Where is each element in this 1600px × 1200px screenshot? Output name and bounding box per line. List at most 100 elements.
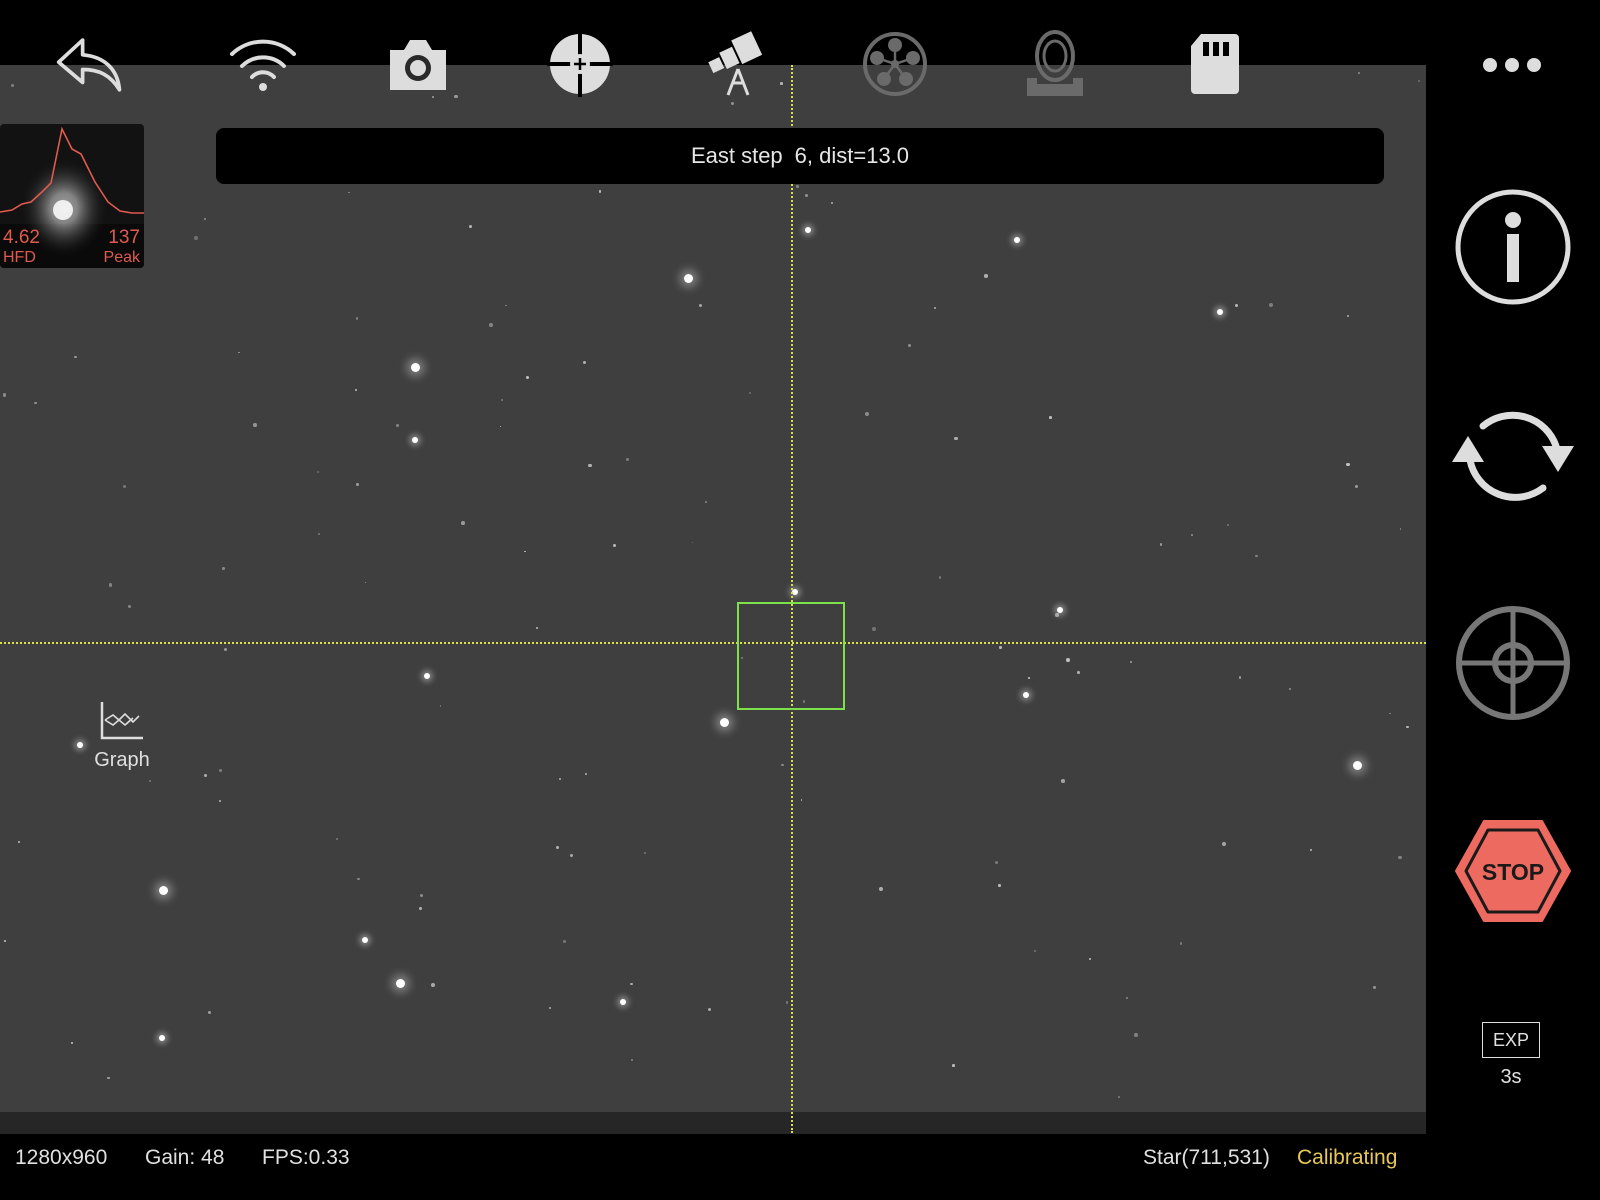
faint-star — [1134, 1032, 1139, 1037]
faint-star — [1268, 303, 1273, 308]
faint-star — [420, 893, 424, 898]
hfd-label: HFD — [3, 249, 36, 266]
loop-icon[interactable] — [1448, 398, 1578, 510]
faint-star — [630, 982, 634, 986]
faint-star — [1255, 554, 1258, 557]
camera-icon[interactable] — [383, 28, 453, 100]
star — [410, 362, 420, 372]
faint-star — [708, 1007, 712, 1011]
graph-icon — [100, 702, 143, 740]
star-position-text: Star(711,531) — [1143, 1146, 1270, 1169]
more-icon[interactable] — [1480, 50, 1544, 80]
focuser-icon[interactable] — [1020, 28, 1090, 100]
faint-star — [203, 773, 207, 777]
faint-star — [612, 543, 616, 547]
faint-star — [1049, 416, 1052, 419]
peak-value: 137 — [108, 227, 140, 248]
faint-star — [219, 800, 221, 802]
exposure-label: EXP — [1492, 1029, 1530, 1050]
filter-wheel-icon[interactable] — [860, 28, 930, 100]
star — [1352, 760, 1362, 770]
stop-label: STOP — [1482, 859, 1544, 885]
faint-star — [439, 705, 442, 707]
faint-star — [570, 854, 574, 858]
faint-star — [1405, 725, 1409, 729]
faint-star — [907, 343, 911, 347]
star — [395, 978, 405, 988]
faint-star — [355, 317, 359, 320]
faint-star — [598, 190, 602, 193]
star — [158, 885, 168, 895]
faint-star — [1221, 842, 1226, 847]
faint-star — [872, 626, 876, 631]
faint-star — [73, 355, 77, 359]
faint-star — [419, 907, 423, 911]
crosshair-vertical — [791, 65, 793, 1133]
faint-star — [555, 845, 559, 849]
faint-star — [2, 393, 7, 398]
star-profile-panel[interactable]: 4.62 HFD 137 Peak — [0, 124, 144, 268]
faint-star — [952, 1064, 955, 1067]
faint-star — [461, 520, 466, 525]
message-direction: East step — [690, 143, 783, 168]
stop-button[interactable]: STOP — [1454, 818, 1572, 924]
faint-star — [317, 533, 320, 536]
message-detail: 6, dist=13.0 — [794, 143, 910, 168]
image-bottom-band — [0, 1112, 1426, 1134]
faint-star — [999, 646, 1002, 649]
fps-text: FPS:0.33 — [262, 1146, 350, 1169]
faint-star — [630, 1058, 633, 1061]
target-icon[interactable] — [1454, 604, 1572, 722]
faint-star — [34, 401, 38, 405]
faint-star — [1354, 484, 1359, 489]
telescope-icon[interactable] — [703, 28, 773, 100]
guide-star-box[interactable] — [737, 602, 845, 710]
faint-star — [698, 304, 703, 308]
camera-image[interactable] — [0, 65, 1426, 1113]
faint-star — [1066, 657, 1071, 662]
sd-card-icon[interactable] — [1180, 28, 1250, 100]
guiding-state-text: Calibrating — [1297, 1146, 1398, 1169]
faint-star — [1060, 779, 1065, 783]
info-icon[interactable] — [1454, 188, 1572, 306]
faint-star — [505, 304, 507, 307]
faint-star — [879, 886, 884, 891]
faint-star — [218, 768, 222, 773]
star — [1057, 607, 1063, 613]
faint-star — [691, 541, 694, 544]
exposure-button[interactable]: EXP — [1482, 1022, 1540, 1058]
graph-button[interactable]: Graph — [86, 700, 158, 784]
faint-star — [364, 581, 367, 584]
faint-star — [354, 389, 357, 392]
status-bar: 1280x960 Gain: 48 FPS:0.33 Star(711,531)… — [0, 1134, 1426, 1180]
guide-target-icon[interactable] — [545, 28, 615, 100]
faint-star — [222, 567, 225, 570]
faint-star — [1077, 671, 1080, 674]
faint-star — [1346, 462, 1350, 467]
faint-star — [108, 583, 112, 587]
hfd-value: 4.62 — [3, 227, 40, 248]
faint-star — [1347, 314, 1350, 317]
faint-star — [107, 1076, 110, 1080]
faint-star — [469, 224, 472, 228]
back-icon[interactable] — [55, 28, 125, 100]
star — [412, 437, 418, 443]
faint-star — [526, 375, 530, 379]
faint-star — [865, 411, 869, 416]
faint-star — [18, 841, 20, 844]
wifi-icon[interactable] — [228, 28, 298, 100]
faint-star — [643, 852, 646, 855]
faint-star — [1118, 1095, 1120, 1098]
star — [1217, 309, 1223, 315]
faint-star — [71, 1041, 74, 1044]
faint-star — [1088, 957, 1091, 960]
faint-star — [1027, 676, 1030, 679]
faint-star — [997, 883, 1001, 887]
faint-star — [1234, 304, 1238, 308]
crosshair-horizontal — [0, 642, 1426, 644]
faint-star — [1288, 688, 1292, 691]
faint-star — [524, 550, 526, 553]
faint-star — [1126, 997, 1129, 999]
faint-star — [237, 351, 240, 354]
faint-star — [781, 763, 784, 767]
